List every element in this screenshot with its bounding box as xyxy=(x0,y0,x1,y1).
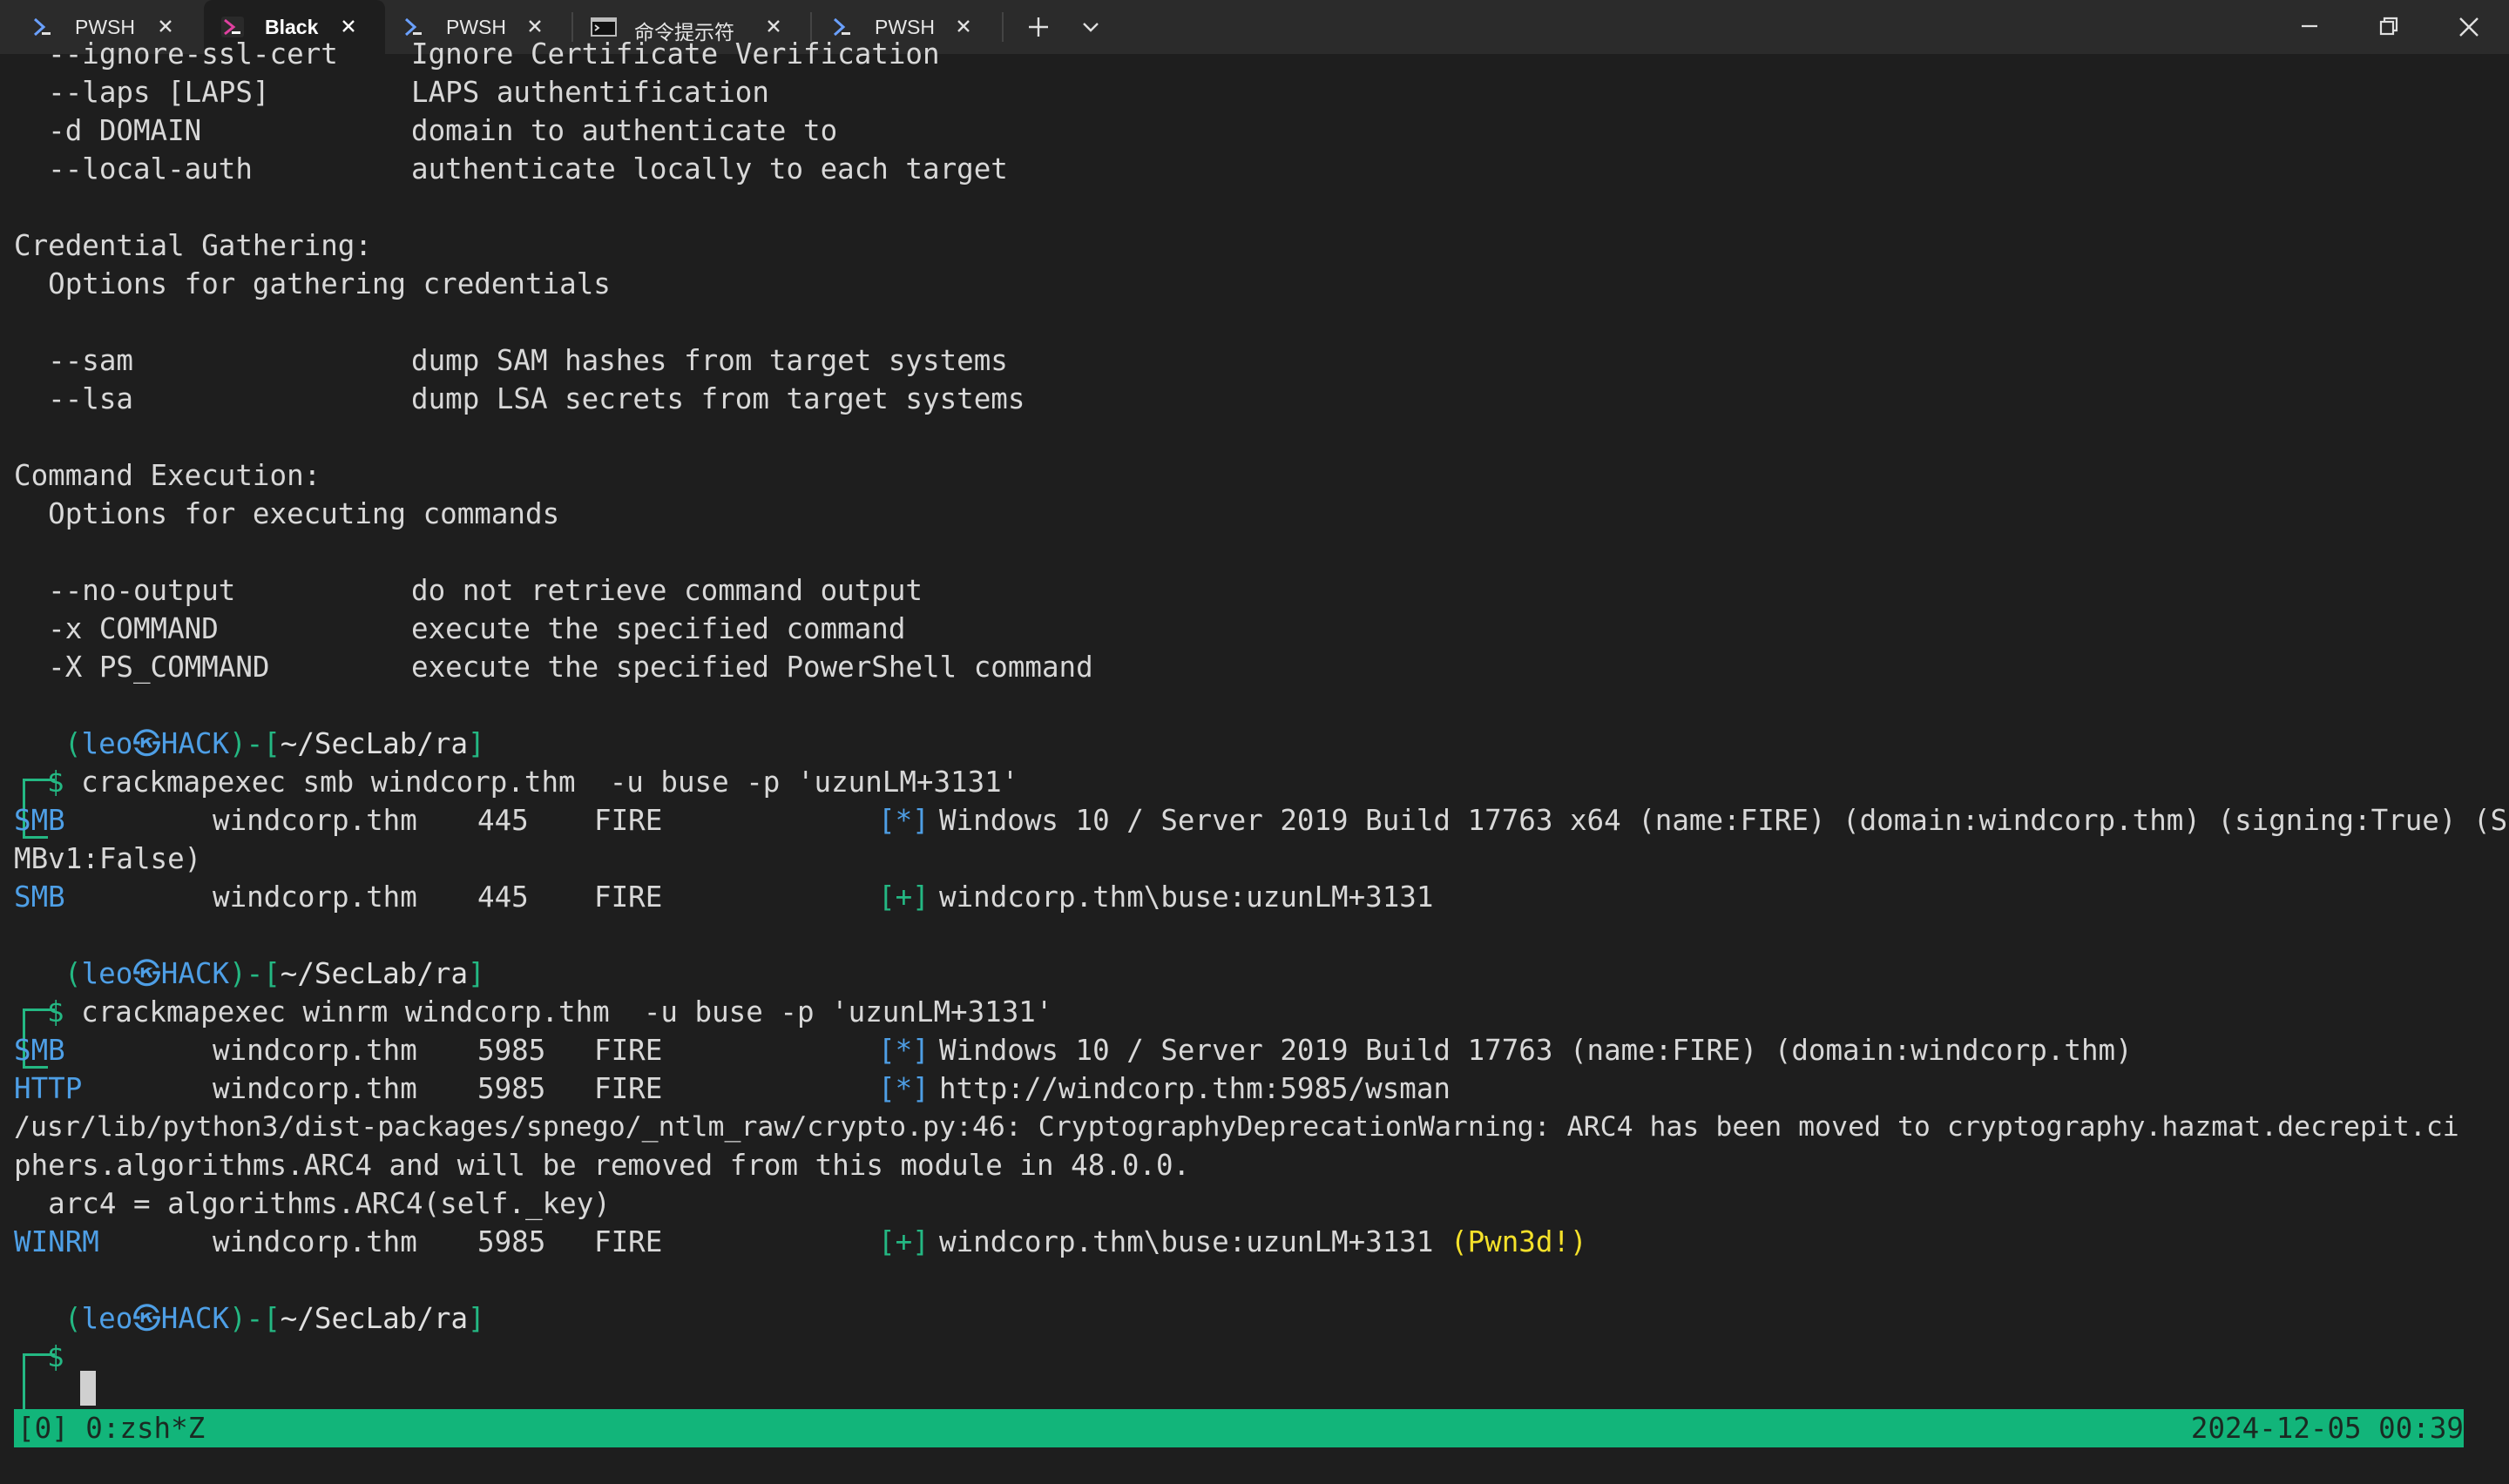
result-protocol: SMB xyxy=(14,804,65,837)
cmd-icon xyxy=(591,17,617,37)
result-port: 5985 xyxy=(477,1225,546,1258)
result-message: http://windcorp.thm:5985/wsman xyxy=(939,1072,1451,1105)
command-line: $ crackmapexec winrm windcorp.thm -u bus… xyxy=(47,995,1053,1029)
terminal-line: -X PS_COMMAND xyxy=(14,651,270,684)
result-protocol: HTTP xyxy=(14,1072,83,1105)
terminal-line: Options for gathering credentials xyxy=(14,267,611,300)
prompt: (leo㉿HACK)-[~/SecLab/ra] xyxy=(64,957,485,990)
close-window-icon[interactable] xyxy=(2429,0,2509,54)
result-name: FIRE xyxy=(594,1225,663,1258)
result-tag: [+] xyxy=(878,1225,930,1258)
result-port: 445 xyxy=(477,880,529,914)
section-heading: Command Execution: xyxy=(14,459,321,492)
tab-separator xyxy=(1002,12,1004,42)
warning-line: arc4 = algorithms.ARC4(self._key) xyxy=(14,1187,611,1220)
result-host: windcorp.thm xyxy=(213,804,417,837)
terminal-line: domain to authenticate to xyxy=(411,114,838,147)
terminal-line: -x COMMAND xyxy=(14,612,219,645)
terminal-line: LAPS authentification xyxy=(411,76,769,109)
result-port: 5985 xyxy=(477,1072,546,1105)
result-name: FIRE xyxy=(594,880,663,914)
result-protocol: WINRM xyxy=(14,1225,99,1258)
terminal-line: --sam xyxy=(14,344,133,377)
skull-icon: ㉿ xyxy=(132,1302,161,1335)
terminal-line: --ignore-ssl-cert xyxy=(14,37,338,71)
terminal-line: --lsa xyxy=(14,382,133,415)
tmux-status-bar: [0] 0:zsh*Z 2024-12-05 00:39 xyxy=(14,1409,2464,1447)
terminal-line: --local-auth xyxy=(14,152,253,186)
pwned-badge: (Pwn3d!) xyxy=(1451,1225,1587,1258)
terminal-line: Ignore Certificate Verification xyxy=(411,37,940,71)
terminal-line: dump SAM hashes from target systems xyxy=(411,344,1008,377)
warning-line: phers.algorithms.ARC4 and will be remove… xyxy=(14,1149,1191,1182)
result-message: windcorp.thm\buse:uzunLM+3131 (Pwn3d!) xyxy=(939,1225,1587,1258)
tab-bar: PWSH Black PWSH 命令提示符 PWSH xyxy=(0,0,2509,54)
result-name: FIRE xyxy=(594,804,663,837)
terminal-line: --laps [LAPS] xyxy=(14,76,270,109)
result-host: windcorp.thm xyxy=(213,880,417,914)
result-port: 5985 xyxy=(477,1034,546,1067)
terminal-line: dump LSA secrets from target systems xyxy=(411,382,1025,415)
terminal-line: -d DOMAIN xyxy=(14,114,202,147)
result-message: Windows 10 / Server 2019 Build 17763 (na… xyxy=(939,1034,2133,1067)
terminal-line: authenticate locally to each target xyxy=(411,152,1008,186)
command-line[interactable]: $ xyxy=(47,1338,64,1376)
command-line: $ crackmapexec smb windcorp.thm -u buse … xyxy=(47,766,1019,799)
text-cursor xyxy=(80,1371,96,1406)
warning-line: /usr/lib/python3/dist-packages/spnego/_n… xyxy=(14,1111,2459,1143)
result-message: Windows 10 / Server 2019 Build 17763 x64… xyxy=(939,804,2508,837)
terminal-line: execute the specified PowerShell command xyxy=(411,651,1093,684)
terminal-pane[interactable]: --ignore-ssl-cert Ignore Certificate Ver… xyxy=(0,37,2509,1484)
skull-icon: ㉿ xyxy=(132,957,161,990)
result-host: windcorp.thm xyxy=(213,1225,417,1258)
terminal-line: Options for executing commands xyxy=(14,497,560,530)
status-clock: 2024-12-05 00:39 xyxy=(2190,1412,2464,1445)
result-wrap: MBv1:False) xyxy=(14,842,202,875)
minimize-icon[interactable] xyxy=(2269,0,2349,54)
terminal-line: --no-output xyxy=(14,574,236,607)
result-protocol: SMB xyxy=(14,880,65,914)
result-tag: [*] xyxy=(878,1034,930,1067)
result-tag: [+] xyxy=(878,880,930,914)
result-tag: [*] xyxy=(878,1072,930,1105)
result-tag: [*] xyxy=(878,804,930,837)
result-host: windcorp.thm xyxy=(213,1072,417,1105)
restore-icon[interactable] xyxy=(2349,0,2429,54)
section-heading: Credential Gathering: xyxy=(14,229,372,262)
close-icon[interactable] xyxy=(951,14,976,38)
terminal-line: execute the specified command xyxy=(411,612,906,645)
prompt: (leo㉿HACK)-[~/SecLab/ra] xyxy=(64,1302,485,1335)
result-name: FIRE xyxy=(594,1034,663,1067)
result-name: FIRE xyxy=(594,1072,663,1105)
chevron-down-icon[interactable] xyxy=(1065,0,1117,54)
prompt: (leo㉿HACK)-[~/SecLab/ra] xyxy=(64,727,485,760)
close-icon[interactable] xyxy=(336,14,361,38)
result-host: windcorp.thm xyxy=(213,1034,417,1067)
new-tab-plus-icon[interactable] xyxy=(1012,0,1065,54)
result-port: 445 xyxy=(477,804,529,837)
skull-icon: ㉿ xyxy=(132,727,161,760)
result-message: windcorp.thm\buse:uzunLM+3131 xyxy=(939,880,1434,914)
status-window-list: [0] 0:zsh*Z xyxy=(17,1412,206,1445)
result-protocol: SMB xyxy=(14,1034,65,1067)
terminal-line: do not retrieve command output xyxy=(411,574,923,607)
